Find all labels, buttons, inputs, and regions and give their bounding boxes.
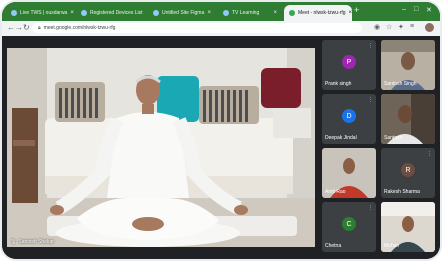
participant-avatar: D — [342, 109, 356, 123]
browser-tab-5[interactable]: Meet - nlwsk-tzwu-rfg × — [284, 5, 352, 21]
bookmark-star-icon[interactable]: ☆ — [386, 23, 392, 31]
participant-tile[interactable]: ⋮ C Chetna — [322, 202, 376, 252]
address-bar-row: ← → ↻ 🔒︎ meet.google.com/nlwsk-tzwu-rfg ◉… — [2, 21, 440, 36]
tab-favicon — [289, 10, 295, 16]
participant-name: Deepak Jindal — [325, 135, 357, 141]
tab-favicon — [81, 10, 87, 16]
lock-icon: 🔒︎ — [38, 25, 41, 31]
tab-favicon — [153, 10, 159, 16]
browser-tab-3[interactable]: Untitled Site Figma × — [148, 5, 216, 21]
close-tab-icon[interactable]: × — [207, 10, 211, 16]
close-window-icon[interactable]: ✕ — [426, 6, 432, 14]
participant-name: Rakesh Sharma — [384, 189, 420, 195]
mic-muted-icon: ⋮ — [368, 43, 373, 49]
browser-tab-2[interactable]: Registered Devices List× — [76, 5, 146, 21]
participant-name: Mohan — [384, 243, 400, 249]
tab-strip: Live TWS | ousdarwa × Registered Devices … — [2, 2, 440, 21]
url-text: meet.google.com/nlwsk-tzwu-rfg — [43, 25, 116, 31]
mic-muted-icon: ⋮ — [427, 151, 432, 157]
maximize-icon[interactable]: □ — [414, 6, 418, 13]
participant-tile[interactable]: Santosh Singh — [381, 40, 435, 90]
participant-avatar: P — [342, 55, 356, 69]
tab-label: Live TWS | ousdarwa — [20, 10, 68, 16]
extensions-icon[interactable]: ✦ — [398, 23, 404, 31]
participant-name: Santosh Singh — [384, 81, 417, 87]
tab-favicon — [223, 10, 229, 16]
forward-icon[interactable]: → — [15, 23, 23, 32]
close-tab-icon[interactable]: × — [70, 10, 74, 16]
participant-tile[interactable]: ⋮ R Rakesh Sharma — [381, 148, 435, 198]
participant-tile[interactable]: Mohan — [381, 202, 435, 252]
browser-window: Live TWS | ousdarwa × Registered Devices … — [2, 2, 440, 259]
participant-tile[interactable]: ⋮ P Prank singh — [322, 40, 376, 90]
main-speaker-video[interactable]: 🎙︎ Santosh Shekar — [7, 48, 315, 247]
camera-permission-icon[interactable]: ◉ — [374, 23, 380, 31]
participant-tile[interactable]: ⋮ D Deepak Jindal — [322, 94, 376, 144]
speaker-name-label: 🎙︎ Santosh Shekar — [10, 239, 54, 245]
new-tab-button[interactable]: + — [354, 5, 359, 15]
tab-label: TV Learning — [232, 10, 260, 16]
url-field[interactable]: 🔒︎ meet.google.com/nlwsk-tzwu-rfg — [32, 23, 362, 33]
profile-avatar[interactable] — [425, 23, 434, 32]
reload-icon[interactable]: ↻ — [23, 23, 30, 32]
participant-avatar: R — [401, 163, 415, 177]
browser-tab-4[interactable]: TV Learning × — [218, 5, 282, 21]
meeting-stage: 🎙︎ Santosh Shekar ⋮ P Prank singh Santosh… — [2, 36, 440, 259]
mic-muted-icon: ⋮ — [368, 205, 373, 211]
participant-tile[interactable]: Santosh — [381, 94, 435, 144]
participant-name: Prank singh — [325, 81, 352, 87]
participant-name: Chetna — [325, 243, 342, 249]
browser-tab-1[interactable]: Live TWS | ousdarwa × — [6, 5, 74, 21]
tab-favicon — [11, 10, 17, 16]
mic-muted-icon: ⋮ — [368, 97, 373, 103]
participant-name: Santosh — [384, 135, 403, 141]
tab-label: Meet - nlwsk-tzwu-rfg — [298, 10, 346, 16]
speaker-mic-icon: 🎙︎ — [10, 239, 17, 245]
tab-label: Registered Devices List — [90, 10, 143, 16]
participant-tile[interactable]: Amit Rao — [322, 148, 376, 198]
back-icon[interactable]: ← — [7, 23, 15, 32]
minimize-icon[interactable]: – — [402, 6, 406, 13]
participant-name: Amit Rao — [325, 189, 346, 195]
speaker-video-image — [7, 48, 315, 247]
tab-label: Untitled Site Figma — [162, 10, 205, 16]
participant-avatar: C — [342, 217, 356, 231]
close-tab-icon[interactable]: × — [273, 10, 277, 16]
close-tab-icon[interactable]: × — [349, 10, 352, 16]
profile-menu-icon[interactable]: ≡ — [410, 23, 414, 30]
